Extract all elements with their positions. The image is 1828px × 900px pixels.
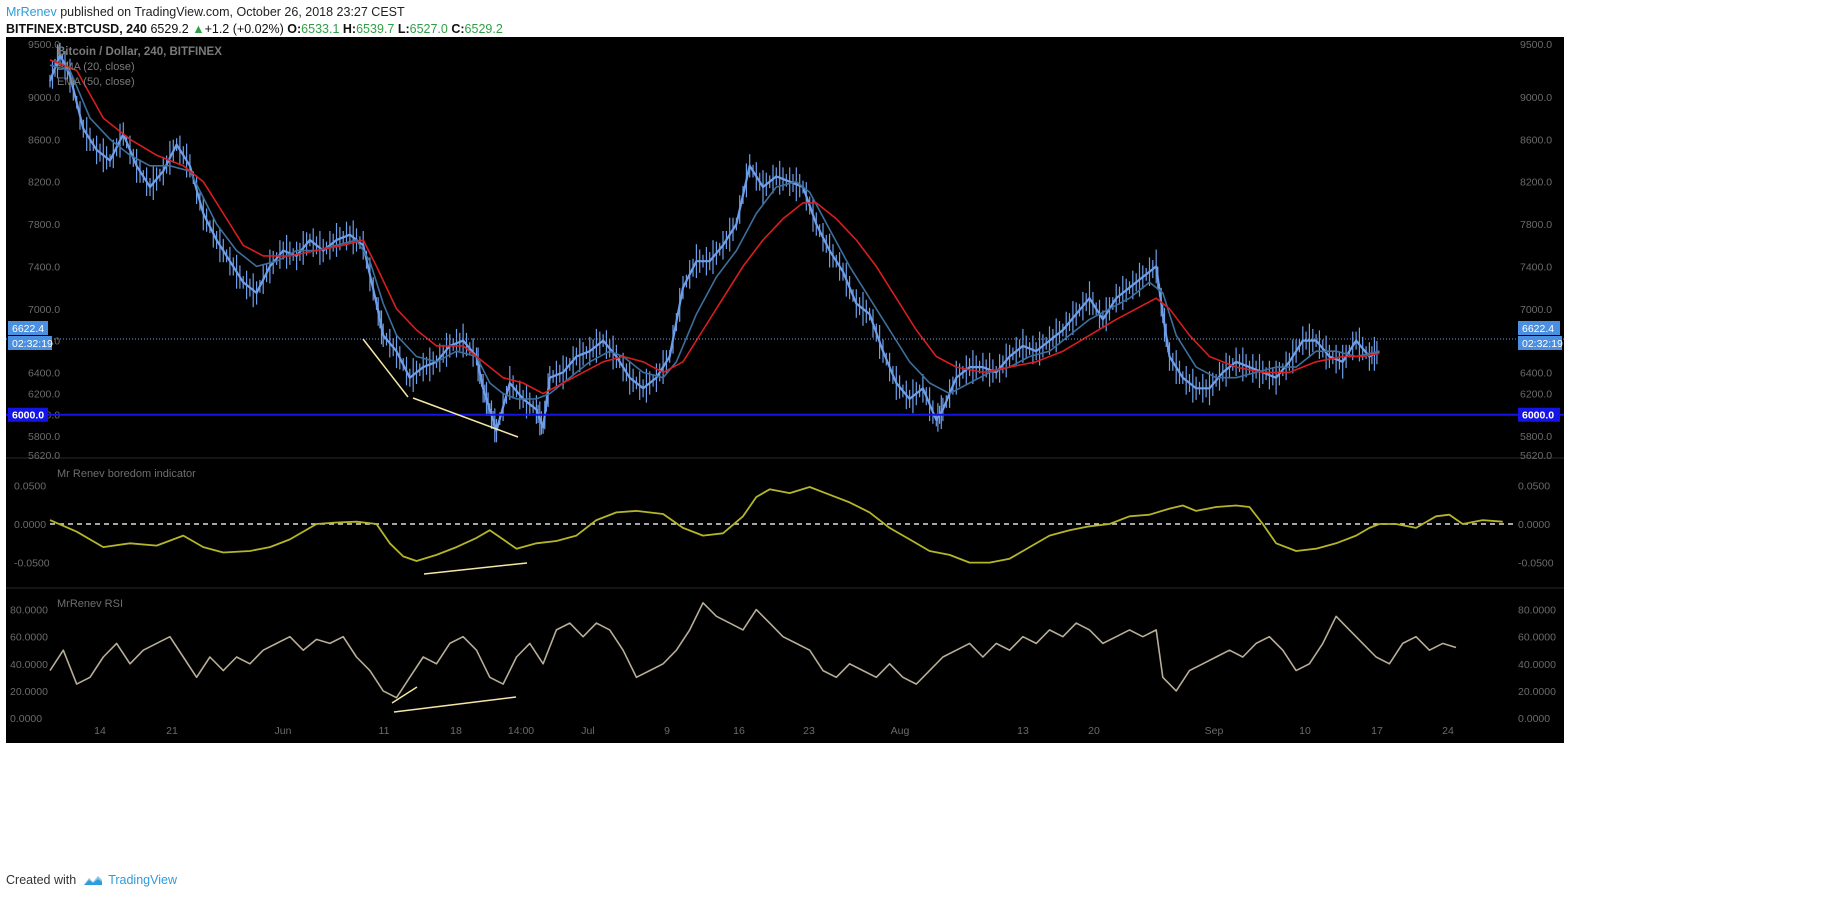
rsi-axis-left-tick: 80.0000 <box>10 605 48 617</box>
x-axis-tick: Jun <box>275 725 292 737</box>
rsi-axis-left-tick: 20.0000 <box>10 686 48 698</box>
x-axis-tick: Sep <box>1205 725 1224 737</box>
x-axis-tick: Aug <box>891 725 910 737</box>
x-axis-tick: 20 <box>1088 725 1100 737</box>
price-axis-left-tick: 7800.0 <box>28 219 60 231</box>
price-label-right: 6622.4 <box>1522 323 1554 335</box>
rsi-axis-right-tick: 80.0000 <box>1518 605 1556 617</box>
rsi-axis-right-tick: 20.0000 <box>1518 686 1556 698</box>
price-axis-right-tick: 9000.0 <box>1520 92 1552 104</box>
created-with-label: Created with <box>6 873 77 887</box>
price-axis-left-tick: 7000.0 <box>28 304 60 316</box>
price-axis-right-tick: 9500.0 <box>1520 39 1552 51</box>
price-axis-right-tick: 6200.0 <box>1520 389 1552 401</box>
price-label-left: 6622.4 <box>12 323 44 335</box>
price-axis-left-tick: 6400.0 <box>28 367 60 379</box>
x-axis-tick: Jul <box>581 725 594 737</box>
price-axis-right-tick: 6400.0 <box>1520 367 1552 379</box>
boredom-axis-left-tick: 0.0500 <box>14 480 46 492</box>
price-axis-left-tick: 5800.0 <box>28 431 60 443</box>
price-axis-left-tick: 9000.0 <box>28 92 60 104</box>
price-axis-right-tick: 7800.0 <box>1520 219 1552 231</box>
rsi-axis-left-tick: 0.0000 <box>10 713 42 725</box>
x-axis-tick: 18 <box>450 725 462 737</box>
rsi-axis-left-tick: 60.0000 <box>10 632 48 644</box>
price-axis-left-tick: 5620.0 <box>28 450 60 462</box>
rsi-axis-right-tick: 40.0000 <box>1518 659 1556 671</box>
x-axis-tick: 11 <box>379 725 390 737</box>
tradingview-logo[interactable]: TradingView <box>82 873 177 887</box>
x-axis-tick: 9 <box>664 725 670 737</box>
price-axis-right-tick: 5800.0 <box>1520 431 1552 443</box>
x-axis-tick: 21 <box>166 725 178 737</box>
price-axis-left-tick: 8600.0 <box>28 134 60 146</box>
price-axis-left-tick: 9500.0 <box>28 39 60 51</box>
price-axis-left-tick: 7400.0 <box>28 261 60 273</box>
price-axis-left-tick: 8200.0 <box>28 177 60 189</box>
x-axis-tick: 10 <box>1299 725 1311 737</box>
price-axis-right-tick: 7000.0 <box>1520 304 1552 316</box>
boredom-axis-right-tick: 0.0500 <box>1518 480 1550 492</box>
x-axis-tick: 14:00 <box>508 725 534 737</box>
pane-title: MrRenev RSI <box>57 598 123 610</box>
price-axis-right-tick: 5620.0 <box>1520 450 1552 462</box>
price-axis-right-tick: 8200.0 <box>1520 177 1552 189</box>
price-axis-left-tick: 6200.0 <box>28 389 60 401</box>
countdown-label-right: 02:32:19 <box>1522 338 1563 350</box>
x-axis-tick: 23 <box>803 725 815 737</box>
x-axis-tick: 13 <box>1017 725 1029 737</box>
boredom-axis-left-tick: 0.0000 <box>14 519 46 531</box>
rsi-axis-left-tick: 40.0000 <box>10 659 48 671</box>
pane-title: Mr Renev boredom indicator <box>57 468 196 480</box>
countdown-label-left: 02:32:19 <box>12 338 53 350</box>
tradingview-cloud-icon <box>84 876 103 885</box>
rsi-axis-right-tick: 60.0000 <box>1518 632 1556 644</box>
x-axis-tick: 16 <box>733 725 745 737</box>
price-axis-right-tick: 7400.0 <box>1520 261 1552 273</box>
price-axis-right-tick: 8600.0 <box>1520 134 1552 146</box>
boredom-axis-left-tick: -0.0500 <box>14 558 50 570</box>
legend-sma: SMA (20, close) <box>57 61 135 73</box>
support-label-right: 6000.0 <box>1522 410 1554 422</box>
x-axis-tick: 14 <box>94 725 106 737</box>
x-axis-tick: 17 <box>1371 725 1383 737</box>
tradingview-brand[interactable]: TradingView <box>108 873 177 887</box>
support-label-left: 6000.0 <box>12 410 44 422</box>
pane-title: Bitcoin / Dollar, 240, BITFINEX <box>57 46 222 58</box>
rsi-axis-right-tick: 0.0000 <box>1518 713 1550 725</box>
legend-ema: EMA (50, close) <box>57 76 135 88</box>
boredom-axis-right-tick: -0.0500 <box>1518 558 1554 570</box>
chart-canvas[interactable]: 9500.0 9500.0 9000.0 9000.0 8600.0 8600.0 8200… <box>0 0 1828 900</box>
x-axis-tick: 24 <box>1442 725 1454 737</box>
boredom-axis-right-tick: 0.0000 <box>1518 519 1550 531</box>
footer: Created with TradingView <box>6 873 177 887</box>
